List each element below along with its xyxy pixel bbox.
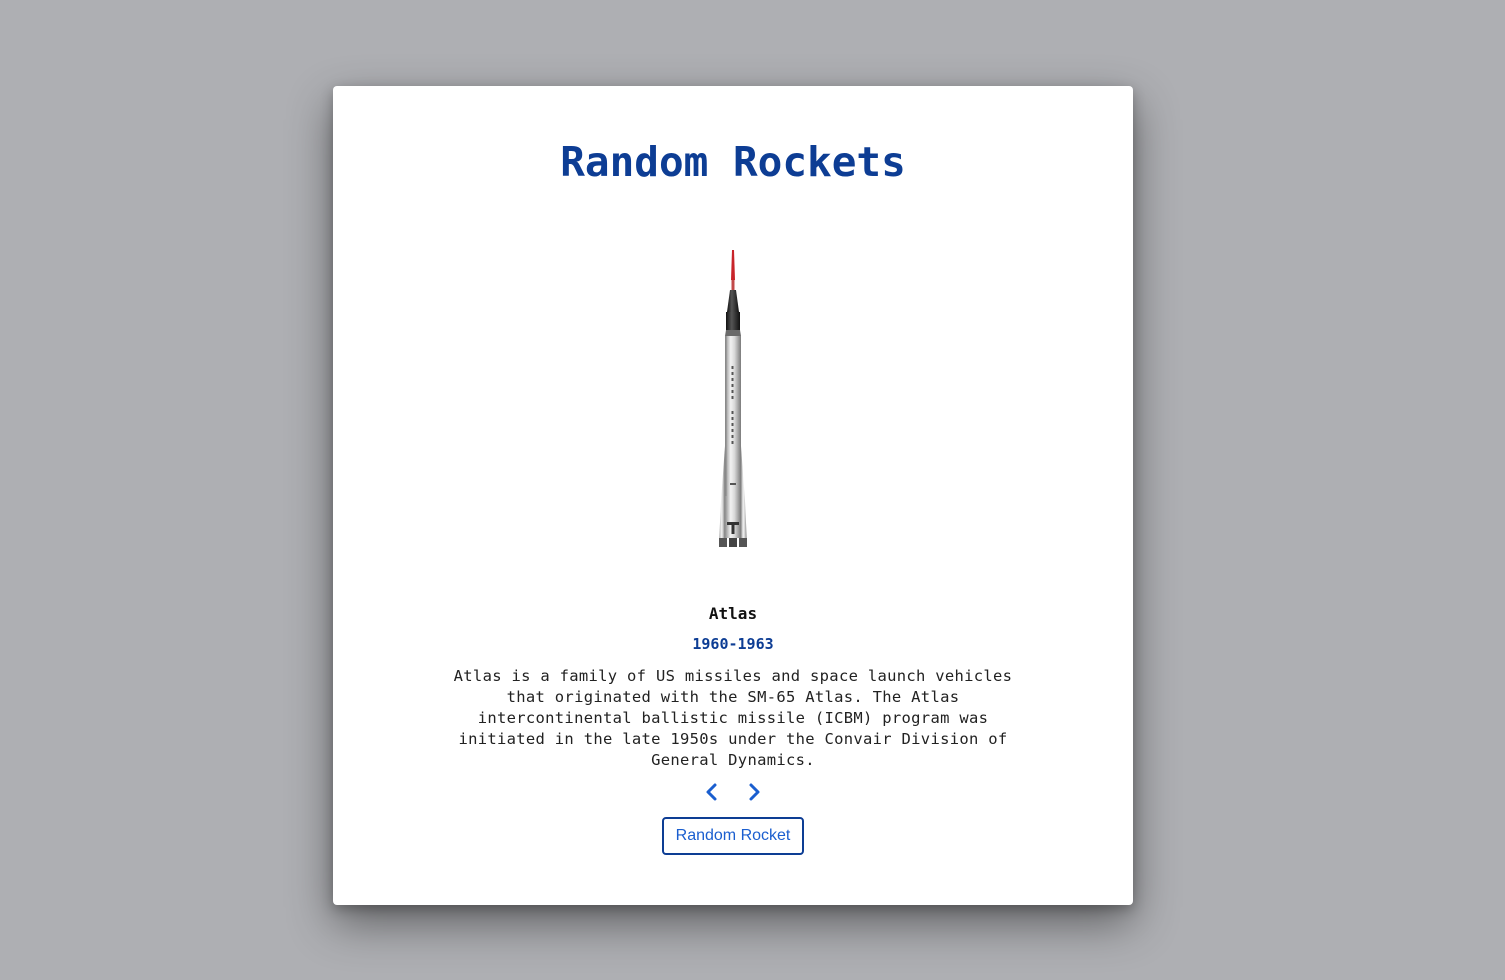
rocket-navigation [333,780,1133,804]
previous-rocket-button[interactable] [700,780,724,804]
random-rocket-button[interactable]: Random Rocket [662,817,804,855]
rocket-card: Random Rockets Atlas 1960-1963 Atlas is … [333,86,1133,905]
next-rocket-button[interactable] [742,780,766,804]
page-title: Random Rockets [560,138,906,186]
rocket-name: Atlas [708,604,758,623]
rocket-description: Atlas is a family of US missiles and spa… [453,667,1013,769]
rocket-years: 1960-1963 [692,635,774,653]
rocket-image [693,246,773,551]
chevron-left-icon [700,783,724,807]
chevron-right-icon [742,783,766,807]
